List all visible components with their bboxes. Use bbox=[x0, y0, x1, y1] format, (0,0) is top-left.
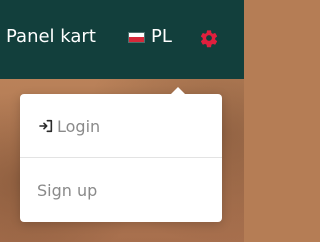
top-nav-bar: Panel kart PL bbox=[0, 0, 244, 79]
gear-icon[interactable] bbox=[199, 28, 219, 48]
panel-kart-link[interactable]: Panel kart bbox=[6, 26, 96, 48]
language-selector[interactable]: PL bbox=[128, 26, 172, 48]
poland-flag-icon bbox=[128, 31, 145, 43]
language-code: PL bbox=[151, 26, 172, 47]
account-dropdown: Login Sign up bbox=[20, 87, 222, 222]
sign-up-menu-item[interactable]: Sign up bbox=[20, 158, 222, 222]
login-icon bbox=[39, 119, 53, 133]
login-menu-item[interactable]: Login bbox=[20, 94, 222, 158]
sign-up-label: Sign up bbox=[37, 180, 98, 200]
login-label: Login bbox=[57, 116, 101, 136]
